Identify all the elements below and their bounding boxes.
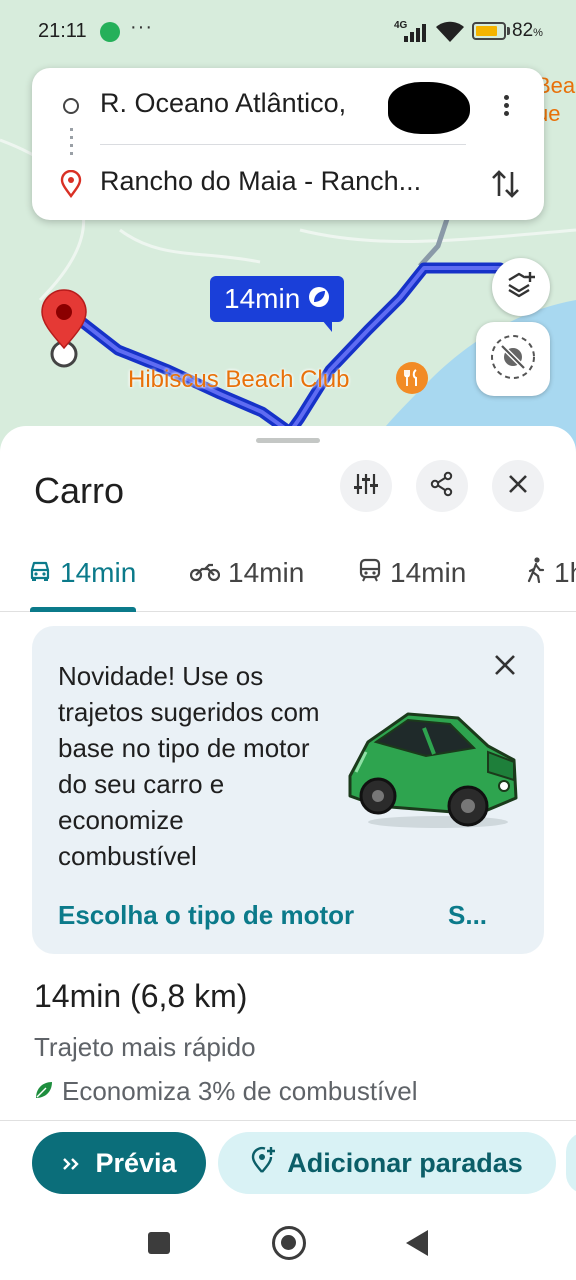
route-dots-connector (70, 128, 73, 158)
engine-type-promo-card: Novidade! Use os trajetos sugeridos com … (32, 626, 544, 954)
battery-percent-value: 82 (512, 20, 534, 41)
add-stops-button[interactable]: Adicionar paradas (218, 1132, 556, 1194)
tab-car-label: 14min (60, 557, 137, 588)
car-icon (28, 557, 52, 589)
tab-motorcycle[interactable]: 14min (189, 550, 305, 596)
layers-add-icon (506, 270, 536, 305)
home-button[interactable] (272, 1226, 306, 1260)
eco-leaf-icon (308, 283, 330, 315)
more-actions-button[interactable] (566, 1132, 576, 1194)
battery-icon (472, 22, 506, 40)
share-button[interactable] (416, 460, 468, 512)
tab-motorcycle-label: 14min (228, 557, 305, 588)
close-button[interactable] (492, 460, 544, 512)
add-location-icon (251, 1146, 277, 1181)
tab-transit[interactable]: 14min (358, 550, 466, 596)
battery-level-fill (476, 26, 497, 36)
tab-walk[interactable]: 1h (526, 550, 576, 596)
battery-percent-suffix: % (533, 27, 543, 39)
preview-label: Prévia (95, 1147, 177, 1178)
motorcycle-icon (189, 557, 221, 589)
fuel-savings-label: Economiza 3% de combustível (62, 1076, 418, 1106)
transit-icon (358, 557, 382, 589)
recents-button[interactable] (148, 1232, 170, 1254)
status-bar: 21:11 ··· 4G 82% (0, 0, 576, 62)
restaurant-icon[interactable] (396, 362, 428, 394)
route-type-label: Trajeto mais rápido (34, 1032, 256, 1062)
share-icon (429, 471, 455, 502)
system-nav-bar (0, 1200, 576, 1280)
sheet-title: Carro (34, 470, 125, 511)
tune-icon (353, 472, 379, 501)
sheet-drag-handle[interactable] (256, 438, 320, 443)
fuel-savings: Economiza 3% de combustível (34, 1076, 418, 1107)
tab-transit-label: 14min (390, 557, 467, 588)
promo-close-button[interactable] (490, 650, 520, 680)
green-car-illustration (338, 702, 524, 837)
layers-button[interactable] (492, 258, 550, 316)
origin-circle-icon (63, 98, 79, 114)
route-options-button[interactable] (340, 460, 392, 512)
wifi-icon (436, 21, 464, 48)
double-chevron-right-icon (61, 1148, 81, 1179)
route-time-label: 14min (224, 283, 301, 314)
walk-icon (526, 556, 546, 590)
directions-sheet: Carro 14min 14min 14min 1 Novidade! Use … (0, 426, 576, 1280)
battery-percent: 82% (512, 20, 543, 42)
route-time-bubble[interactable]: 14min (210, 276, 345, 332)
location-button[interactable] (476, 322, 550, 396)
back-button[interactable] (406, 1230, 428, 1256)
active-tab-indicator (30, 607, 136, 612)
eco-leaf-icon (34, 1076, 54, 1107)
route-summary[interactable]: 14min (6,8 km) (34, 978, 247, 1015)
signal-icon (404, 24, 428, 47)
origin-field[interactable]: R. Oceano Atlântico, (100, 88, 390, 119)
tab-car[interactable]: 14min (28, 550, 136, 596)
tab-walk-label: 1h (554, 557, 576, 588)
whatsapp-icon (100, 22, 120, 42)
promo-text: Novidade! Use os trajetos sugeridos com … (58, 661, 320, 871)
poi-label[interactable]: Hibiscus Beach Club (128, 366, 349, 394)
more-options-button[interactable] (494, 92, 518, 124)
preview-button[interactable]: Prévia (32, 1132, 206, 1194)
travel-mode-tabs: 14min 14min 14min 1h (0, 544, 576, 612)
destination-field[interactable]: Rancho do Maia - Ranch... (100, 166, 470, 197)
promo-secondary-link[interactable]: S... (448, 900, 487, 931)
more-notifications-icon: ··· (130, 16, 153, 38)
redaction-scribble (388, 82, 470, 134)
close-icon (507, 473, 529, 500)
add-stops-label: Adicionar paradas (287, 1147, 523, 1178)
route-inputs-card: R. Oceano Atlântico, Rancho do Maia - Ra… (32, 68, 544, 220)
location-disabled-icon (488, 332, 538, 387)
destination-pin-icon (60, 169, 82, 203)
status-time: 21:11 (38, 20, 87, 42)
choose-engine-type-link[interactable]: Escolha o tipo de motor (58, 900, 354, 931)
swap-directions-button[interactable] (490, 166, 522, 207)
